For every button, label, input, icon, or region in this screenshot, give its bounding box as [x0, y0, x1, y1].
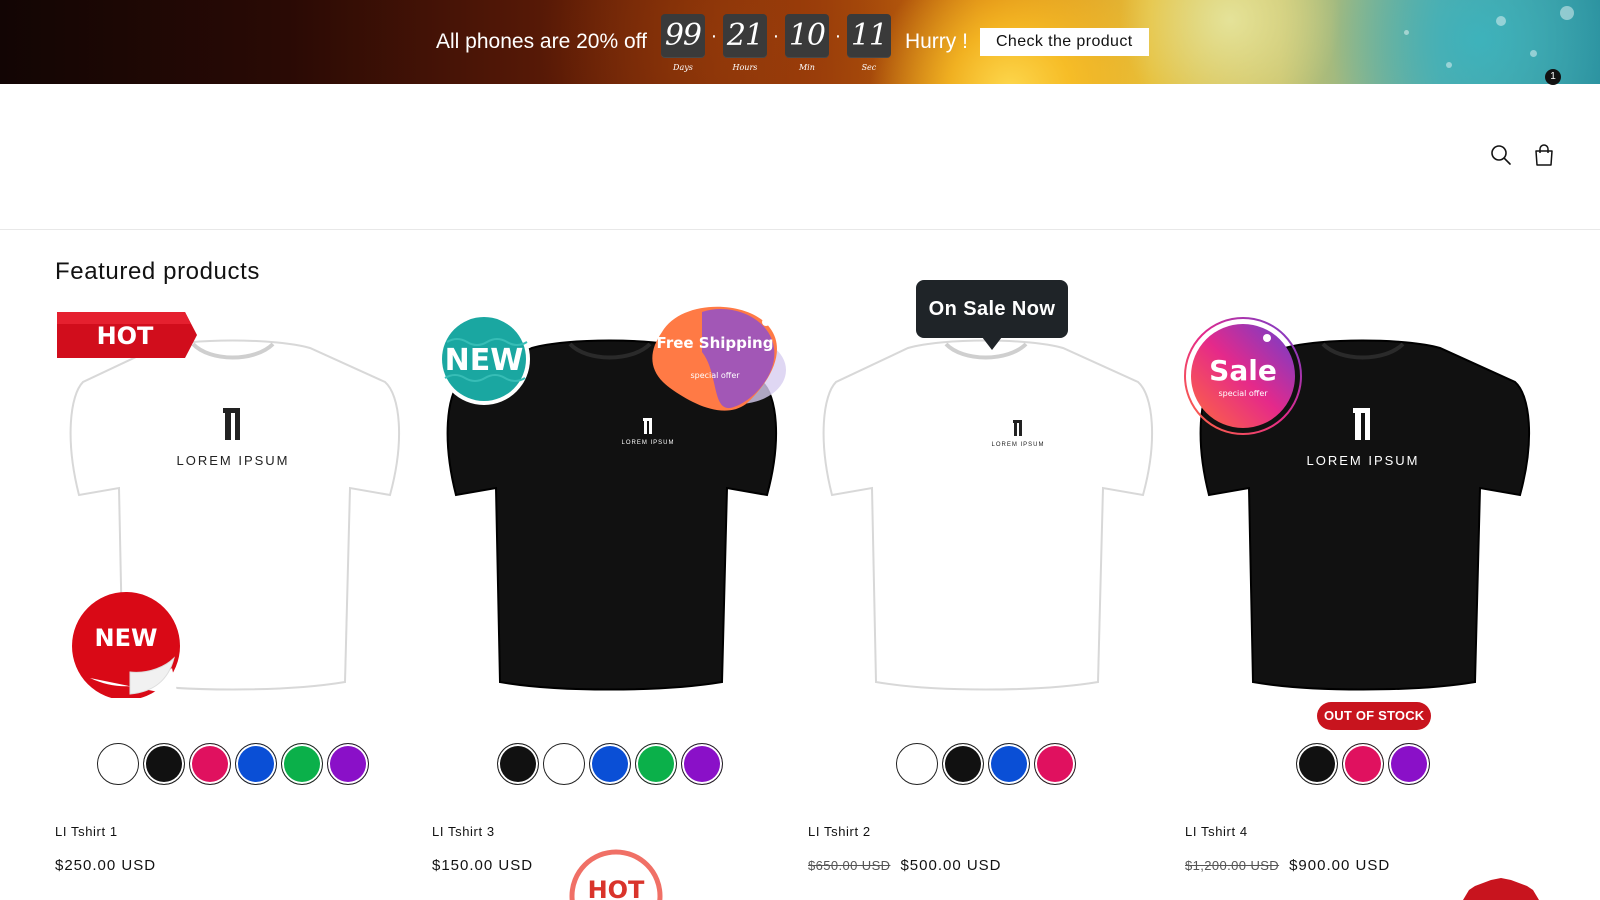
- badge-hot-text: HOT: [97, 322, 154, 350]
- countdown-seconds: 11 Sec: [846, 14, 891, 73]
- shirt-logo-text: LOREM IPSUM: [621, 440, 674, 446]
- badge-sale-text: Sale: [1209, 354, 1277, 387]
- product-title[interactable]: LI Tshirt 1: [55, 824, 118, 839]
- price-row: $250.00 USD: [55, 857, 156, 874]
- countdown-separator: ·: [772, 25, 780, 47]
- bokeh-light: [1446, 62, 1452, 68]
- countdown-seconds-label: Sec: [861, 63, 877, 72]
- countdown-minutes-value: 10: [784, 14, 829, 58]
- color-swatch[interactable]: [327, 743, 369, 785]
- color-swatch[interactable]: [281, 743, 323, 785]
- countdown-hours-label: Hours: [732, 63, 758, 72]
- sale-circle-badge: Sale special offer: [1184, 317, 1302, 435]
- color-swatch[interactable]: [235, 743, 277, 785]
- badge-free-shipping-text: Free Shipping: [657, 334, 774, 352]
- out-of-stock-badge: OUT OF STOCK: [1317, 702, 1432, 730]
- countdown-minutes-label: Min: [798, 63, 815, 72]
- product-card[interactable]: LOREM IPSUM NEW Free Shipping special of…: [432, 300, 788, 900]
- promo-text: All phones are 20% off: [436, 30, 647, 53]
- product-price: $250.00 USD: [55, 857, 157, 874]
- countdown-seconds-value: 11: [846, 14, 891, 58]
- color-swatch[interactable]: [497, 743, 539, 785]
- color-swatches: [1185, 743, 1541, 787]
- color-swatch[interactable]: [1034, 743, 1076, 785]
- bokeh-light: [1404, 30, 1409, 35]
- color-swatch[interactable]: [589, 743, 631, 785]
- featured-products-title: Featured products: [55, 258, 260, 285]
- hot-ribbon-badge: HOT: [57, 312, 197, 358]
- bokeh-light: [1496, 16, 1506, 26]
- badge-special-offer-text: special offer: [1218, 389, 1268, 398]
- new-circle-badge: NEW: [438, 313, 530, 405]
- price-row: $150.00 USD: [432, 857, 533, 874]
- countdown-days-value: 99: [660, 14, 705, 58]
- color-swatch[interactable]: [896, 743, 938, 785]
- check-product-button[interactable]: Check the product: [979, 28, 1149, 56]
- compare-at-price: $1,200.00 USD: [1185, 858, 1280, 873]
- color-swatch[interactable]: [942, 743, 984, 785]
- sale-star-badge: [1463, 878, 1539, 900]
- banner-content: All phones are 20% off 99 Days · 21 Hour…: [436, 14, 1149, 73]
- bokeh-light: [1560, 6, 1574, 20]
- countdown-separator: ·: [834, 25, 842, 47]
- badge-new-text: NEW: [95, 624, 158, 652]
- color-swatch[interactable]: [635, 743, 677, 785]
- color-swatch[interactable]: [543, 743, 585, 785]
- color-swatch[interactable]: [681, 743, 723, 785]
- hot-circle-badge: HOT: [569, 849, 663, 900]
- color-swatches: [808, 743, 1164, 787]
- bokeh-light: [1530, 50, 1537, 57]
- countdown-days: 99 Days: [660, 14, 705, 73]
- badge-hot-text: HOT: [588, 876, 645, 900]
- countdown-timer: 99 Days · 21 Hours · 10 Min · 11 Sec: [660, 14, 891, 73]
- badge-new-text: NEW: [445, 343, 524, 378]
- countdown-minutes: 10 Min: [784, 14, 829, 73]
- product-price: $150.00 USD: [432, 857, 534, 874]
- on-sale-now-badge: On Sale Now: [916, 280, 1068, 350]
- tshirt-image[interactable]: LOREM IPSUM: [808, 300, 1164, 720]
- product-title[interactable]: LI Tshirt 2: [808, 824, 871, 839]
- color-swatch[interactable]: [1342, 743, 1384, 785]
- shopping-bag-icon[interactable]: [1531, 142, 1557, 168]
- cart-count-badge: 1: [1545, 69, 1561, 85]
- product-card[interactable]: LOREM IPSUM Sale special offer OUT OF ST…: [1184, 300, 1541, 900]
- shirt-logo-text: LOREM IPSUM: [1306, 453, 1419, 468]
- site-header: [0, 84, 1600, 230]
- hurry-text: Hurry !: [904, 30, 968, 53]
- product-title[interactable]: LI Tshirt 4: [1185, 824, 1248, 839]
- search-icon[interactable]: [1488, 142, 1514, 168]
- announcement-banner: All phones are 20% off 99 Days · 21 Hour…: [0, 0, 1600, 84]
- product-card[interactable]: LOREM IPSUM On Sale Now LI Tshirt 2 $650…: [808, 280, 1164, 900]
- product-title[interactable]: LI Tshirt 3: [432, 824, 495, 839]
- countdown-hours: 21 Hours: [722, 14, 767, 73]
- product-price: $900.00 USD: [1289, 857, 1391, 874]
- color-swatches: [432, 743, 788, 787]
- badge-special-offer-text: special offer: [690, 371, 740, 380]
- countdown-days-label: Days: [673, 63, 693, 72]
- color-swatches: [55, 743, 411, 787]
- product-price: $500.00 USD: [900, 857, 1002, 874]
- color-swatch[interactable]: [143, 743, 185, 785]
- color-swatch[interactable]: [97, 743, 139, 785]
- product-card[interactable]: LOREM IPSUM HOT NEW LI Tshirt 1 $250.00 …: [55, 300, 411, 900]
- price-row: $1,200.00 USD $900.00 USD: [1185, 857, 1390, 874]
- shirt-logo-text: LOREM IPSUM: [991, 442, 1044, 448]
- color-swatch[interactable]: [1388, 743, 1430, 785]
- color-swatch[interactable]: [1296, 743, 1338, 785]
- color-swatch[interactable]: [988, 743, 1030, 785]
- countdown-hours-value: 21: [722, 14, 767, 58]
- new-sticker-badge: NEW: [72, 592, 180, 698]
- price-row: $650.00 USD $500.00 USD: [808, 857, 1002, 874]
- countdown-separator: ·: [710, 25, 718, 47]
- color-swatch[interactable]: [189, 743, 231, 785]
- compare-at-price: $650.00 USD: [808, 858, 891, 873]
- shirt-logo-text: LOREM IPSUM: [176, 453, 289, 468]
- free-shipping-badge: Free Shipping special offer: [652, 306, 786, 411]
